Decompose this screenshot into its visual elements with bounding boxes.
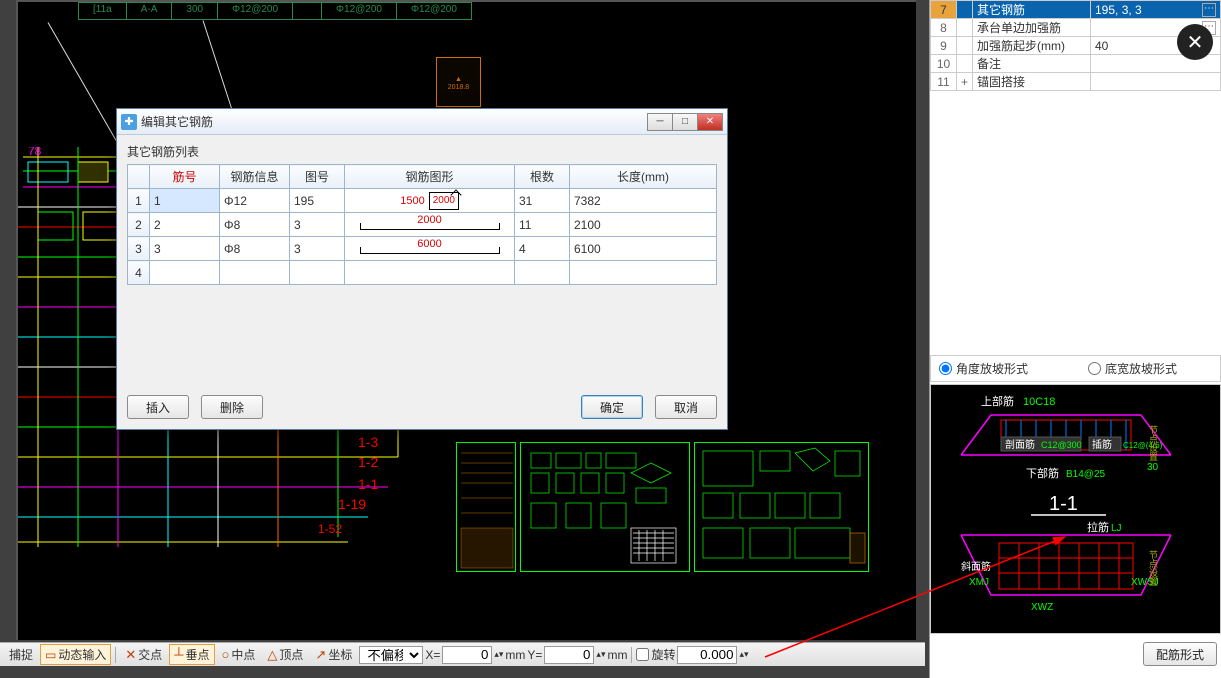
svg-text:1-1: 1-1 — [358, 476, 378, 492]
property-row[interactable]: 10备注 — [931, 55, 1221, 73]
sb-snap[interactable]: 捕捉 — [4, 644, 38, 665]
dialog-title: 编辑其它钢筋 — [141, 113, 648, 130]
sb-y-input[interactable] — [544, 646, 594, 664]
dialog-icon: ✚ — [121, 114, 137, 130]
cad-line — [203, 20, 235, 115]
radio-width-slope[interactable]: 底宽放坡形式 — [1088, 360, 1177, 377]
svg-text:1-2: 1-2 — [358, 454, 378, 470]
cad-header-strip: [11a A-A 300 Φ12@200 Φ12@200 Φ12@200 — [78, 2, 472, 20]
svg-text:78: 78 — [28, 147, 42, 158]
dialog-titlebar[interactable]: ✚ 编辑其它钢筋 ─ □ ✕ — [117, 109, 727, 135]
edit-other-rebar-dialog: ✚ 编辑其它钢筋 ─ □ ✕ 其它钢筋列表 筋号 钢筋信息 图号 钢筋图形 根数… — [116, 108, 728, 430]
sb-x-label: X= — [425, 648, 440, 662]
cad-sheet-thumb — [456, 442, 516, 572]
sb-dyninput[interactable]: ▭动态输入 — [40, 644, 111, 665]
svg-text:1-1: 1-1 — [1049, 493, 1078, 515]
col-shape[interactable]: 钢筋图形 — [345, 165, 515, 189]
sb-x-input[interactable] — [442, 646, 492, 664]
svg-text:C12@300: C12@300 — [1041, 440, 1082, 450]
radio-angle-slope[interactable]: 角度放坡形式 — [939, 360, 1028, 377]
svg-text:B14@25: B14@25 — [1066, 469, 1106, 480]
svg-text:插筋: 插筋 — [1092, 438, 1112, 451]
svg-text:1-19: 1-19 — [338, 496, 366, 512]
sb-y-label: Y= — [527, 648, 542, 662]
cancel-button[interactable]: 取消 — [655, 395, 717, 419]
status-bar: 捕捉 ▭动态输入 ✕交点 ┴垂点 ○中点 △顶点 ↗坐标 不偏移 X= ▴▾ m… — [0, 642, 925, 666]
table-row[interactable]: 22Φ832000112100 — [128, 213, 717, 237]
cad-sheet-thumb — [520, 442, 690, 572]
sb-rotate-label: 旋转 — [651, 646, 675, 663]
overlay-close-icon[interactable]: ✕ — [1177, 24, 1213, 60]
svg-text:30: 30 — [1147, 462, 1159, 473]
property-row[interactable]: 11+锚固搭接 — [931, 73, 1221, 91]
sb-perp[interactable]: ┴垂点 — [169, 644, 214, 665]
section-diagram: 上部筋 10C18 剖面筋 C12@300 插筋 C12@(4/6) 30 节点… — [930, 384, 1221, 634]
svg-text:拉筋: 拉筋 — [1087, 520, 1109, 534]
maximize-button[interactable]: □ — [672, 113, 698, 131]
sb-offset-select[interactable]: 不偏移 — [359, 646, 423, 664]
svg-text:下部筋: 下部筋 — [1026, 466, 1059, 480]
table-row[interactable]: 11Φ1219515002000317382 — [128, 189, 717, 213]
col-length[interactable]: 长度(mm) — [570, 165, 717, 189]
delete-button[interactable]: 删除 — [201, 395, 263, 419]
sb-midpoint[interactable]: ○中点 — [217, 644, 261, 665]
sb-vertex[interactable]: △顶点 — [262, 644, 308, 665]
table-row[interactable]: 33Φ83600046100 — [128, 237, 717, 261]
ellipsis-button[interactable]: ⋯ — [1202, 3, 1216, 17]
dialog-subtitle: 其它钢筋列表 — [127, 143, 717, 160]
col-rebar-id[interactable]: 筋号 — [150, 165, 220, 189]
ok-button[interactable]: 确定 — [581, 395, 643, 419]
svg-text:斜面筋: 斜面筋 — [961, 560, 991, 573]
svg-text:LJ: LJ — [1111, 523, 1122, 534]
svg-text:XWZ: XWZ — [1031, 602, 1053, 613]
cad-sheet-thumb — [694, 442, 869, 572]
close-button[interactable]: ✕ — [697, 113, 723, 131]
svg-text:剖面筋: 剖面筋 — [1005, 438, 1035, 451]
rebar-list-table[interactable]: 筋号 钢筋信息 图号 钢筋图形 根数 长度(mm) 11Φ12195150020… — [127, 164, 717, 285]
property-row[interactable]: 7其它钢筋195, 3, 3⋯ — [931, 1, 1221, 19]
property-row[interactable]: 8承台单边加强筋⋯ — [931, 19, 1221, 37]
svg-text:节点设置: 节点设置 — [1148, 425, 1158, 461]
sb-rotate-check[interactable] — [636, 648, 649, 661]
svg-text:节点设置: 节点设置 — [1148, 550, 1158, 586]
col-qty[interactable]: 根数 — [515, 165, 570, 189]
svg-text:XMJ: XMJ — [969, 577, 989, 588]
svg-text:10C18: 10C18 — [1023, 396, 1055, 408]
col-rebar-info[interactable]: 钢筋信息 — [220, 165, 290, 189]
svg-text:1-52: 1-52 — [318, 522, 342, 536]
svg-text:1-3: 1-3 — [358, 434, 378, 450]
sb-coord[interactable]: ↗坐标 — [310, 644, 357, 665]
diag-top-label: 上部筋 — [981, 394, 1014, 408]
sb-intersect[interactable]: ✕交点 — [120, 644, 167, 665]
properties-panel: ✕ 7其它钢筋195, 3, 3⋯8承台单边加强筋⋯9加强筋起步(mm)4010… — [929, 0, 1221, 678]
insert-button[interactable]: 插入 — [127, 395, 189, 419]
sb-rotate-input[interactable] — [677, 646, 737, 664]
cad-stamp: ▲2018.8 — [436, 57, 481, 107]
minimize-button[interactable]: ─ — [647, 113, 673, 131]
table-row[interactable]: 4 — [128, 261, 717, 285]
slope-mode-row: 角度放坡形式 底宽放坡形式 — [930, 355, 1221, 382]
col-img-num[interactable]: 图号 — [290, 165, 345, 189]
rebar-form-button[interactable]: 配筋形式 — [1143, 642, 1217, 666]
